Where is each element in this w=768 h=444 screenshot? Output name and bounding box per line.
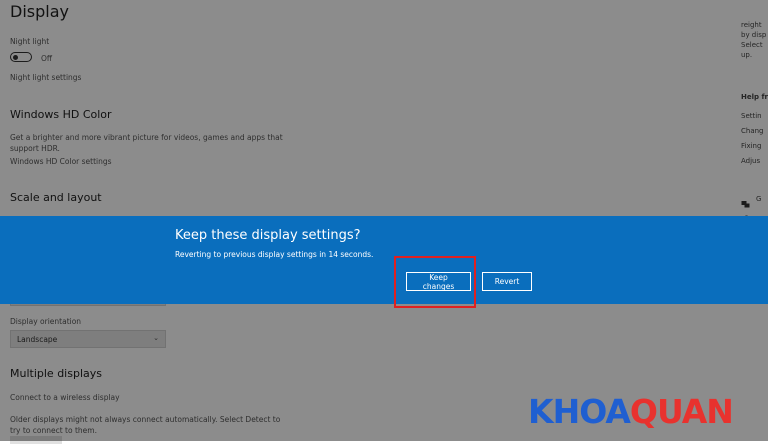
- highlight-box: [394, 256, 476, 308]
- dialog-message: Reverting to previous display settings i…: [175, 250, 374, 259]
- logo-part-1: KHOA: [528, 392, 631, 431]
- dialog-title: Keep these display settings?: [175, 228, 361, 243]
- display-confirm-dialog: Keep these display settings? Reverting t…: [0, 216, 768, 304]
- logo-part-2: QUAN: [629, 392, 734, 431]
- revert-button[interactable]: Revert: [482, 272, 532, 291]
- khoaquan-logo: KHOAQUAN: [528, 392, 734, 431]
